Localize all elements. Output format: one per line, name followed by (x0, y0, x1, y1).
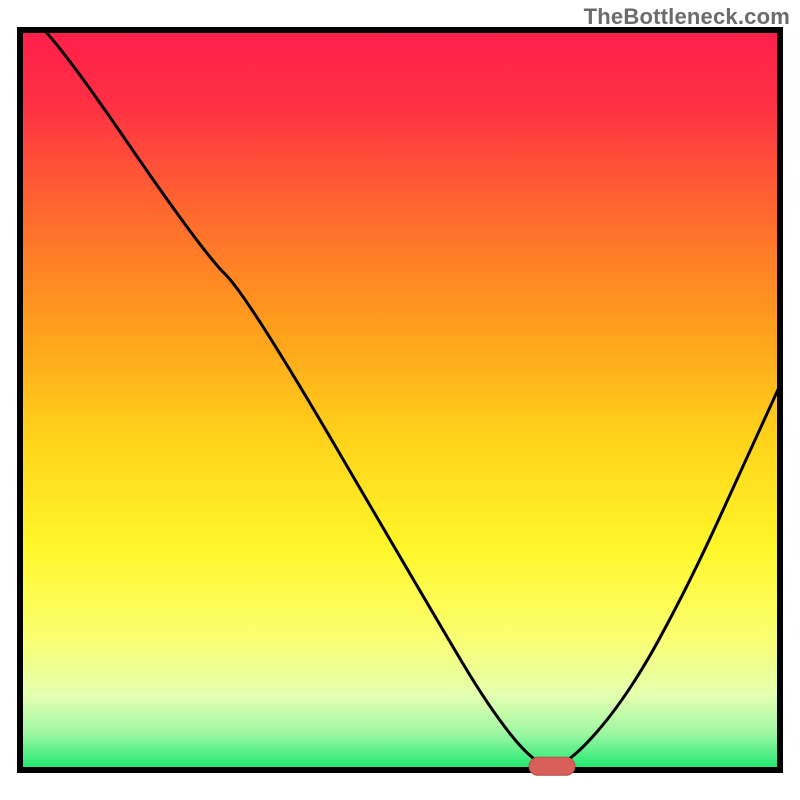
bottleneck-chart (0, 0, 800, 800)
watermark: TheBottleneck.com (584, 4, 790, 30)
optimal-marker (529, 757, 575, 775)
plot-background (20, 30, 780, 770)
